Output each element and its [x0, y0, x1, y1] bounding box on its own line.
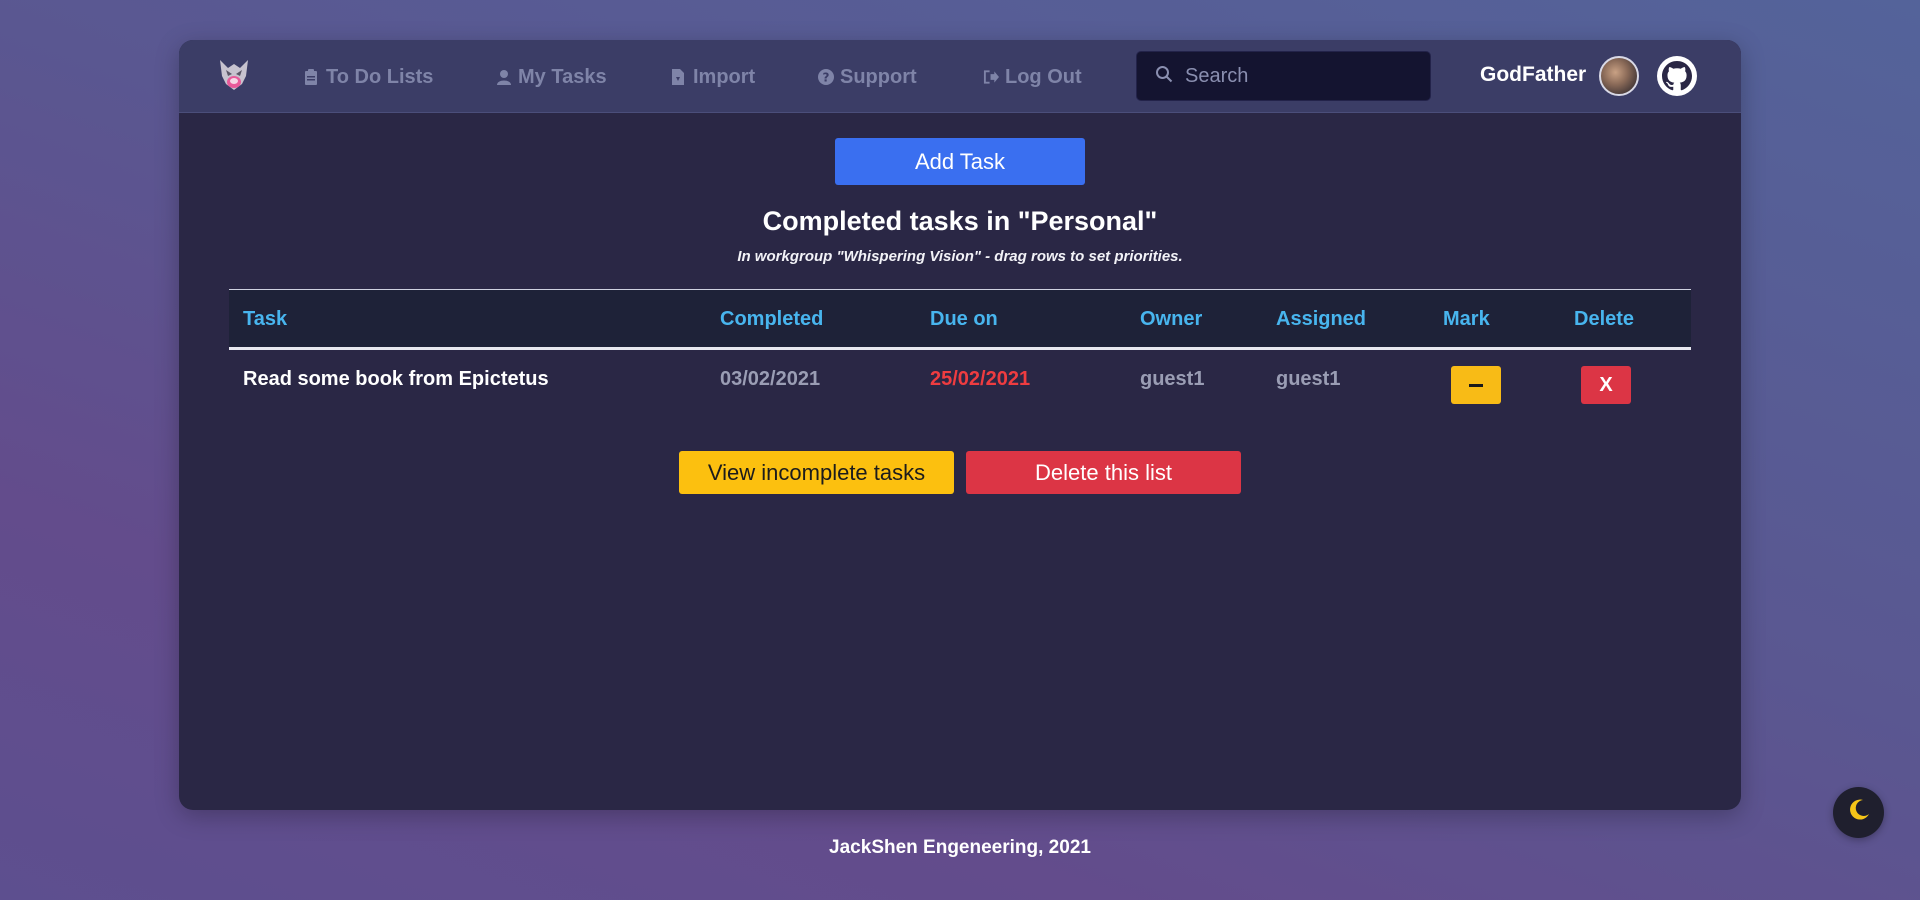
cell-task: Read some book from Epictetus [243, 368, 549, 390]
header-due-on: Due on [930, 308, 998, 330]
app-logo[interactable] [216, 56, 252, 96]
navbar: To Do Lists My Tasks Import ? Support Lo… [179, 40, 1741, 113]
search-box [1136, 51, 1431, 101]
header-mark: Mark [1443, 308, 1490, 330]
svg-text:?: ? [823, 71, 830, 85]
github-icon[interactable] [1657, 56, 1697, 96]
cell-due-on: 25/02/2021 [930, 368, 1031, 390]
mark-incomplete-button[interactable] [1451, 366, 1501, 404]
page-subtitle: In workgroup "Whispering Vision" - drag … [737, 248, 1183, 265]
clipboard-icon [304, 69, 320, 85]
user-icon [496, 69, 512, 85]
nav-todo-lists[interactable]: To Do Lists [304, 63, 433, 91]
nav-logout[interactable]: Log Out [983, 63, 1082, 91]
logout-icon [983, 69, 999, 85]
delete-list-button[interactable]: Delete this list [966, 451, 1241, 494]
table-header: Task Completed Due on Owner Assigned Mar… [229, 289, 1691, 350]
page-title: Completed tasks in "Personal" [762, 206, 1158, 236]
nav-my-tasks-label: My Tasks [518, 65, 607, 88]
minus-icon [1469, 383, 1483, 387]
tasks-table: Task Completed Due on Owner Assigned Mar… [229, 289, 1691, 412]
question-icon: ? [818, 69, 834, 85]
view-incomplete-button[interactable]: View incomplete tasks [679, 451, 954, 494]
header-completed: Completed [720, 308, 824, 330]
theme-toggle-button[interactable] [1833, 787, 1884, 838]
nav-support-label: Support [840, 65, 917, 88]
nav-todo-lists-label: To Do Lists [326, 65, 434, 88]
nav-logout-label: Log Out [1005, 65, 1082, 88]
cell-assigned: guest1 [1276, 368, 1341, 390]
nav-support[interactable]: ? Support [818, 63, 917, 91]
header-assigned: Assigned [1276, 308, 1367, 330]
avatar[interactable] [1599, 56, 1639, 96]
table-row[interactable]: Read some book from Epictetus 03/02/2021… [229, 350, 1691, 412]
cell-completed: 03/02/2021 [720, 368, 821, 390]
search-icon [1155, 65, 1173, 88]
header-delete: Delete [1574, 308, 1635, 330]
cell-owner: guest1 [1140, 368, 1205, 390]
file-icon [671, 69, 687, 85]
nav-my-tasks[interactable]: My Tasks [496, 63, 607, 91]
nav-import[interactable]: Import [671, 63, 755, 91]
search-input[interactable] [1185, 64, 1425, 88]
delete-task-button[interactable]: X [1581, 366, 1631, 404]
moon-icon [1846, 797, 1872, 828]
username[interactable]: GodFather [1480, 63, 1586, 87]
header-owner: Owner [1140, 308, 1203, 330]
main-card: To Do Lists My Tasks Import ? Support Lo… [179, 40, 1741, 810]
add-task-button[interactable]: Add Task [835, 138, 1085, 185]
header-task: Task [243, 308, 288, 330]
nav-import-label: Import [693, 65, 756, 88]
footer-text: JackShen Engeneering, 2021 [829, 837, 1091, 858]
